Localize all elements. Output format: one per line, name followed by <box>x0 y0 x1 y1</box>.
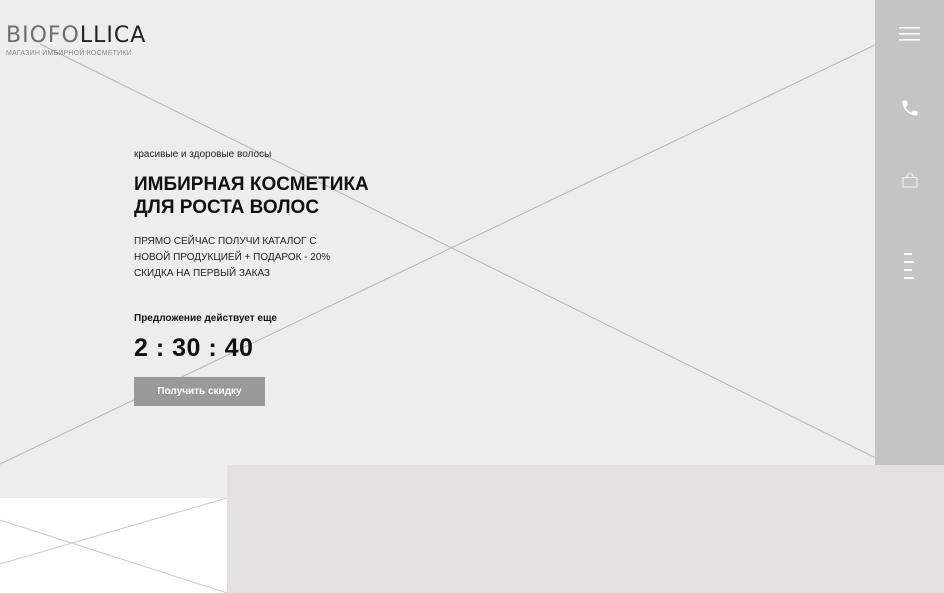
page-nav-icon <box>903 253 914 279</box>
phone-button[interactable] <box>875 88 944 128</box>
timer-label: Предложение действует еще <box>134 313 277 324</box>
right-sidebar <box>875 0 944 465</box>
offer-text: ПРЯМО СЕЙЧАС ПОЛУЧИ КАТАЛОГ С НОВОЙ ПРОД… <box>134 236 331 279</box>
headline-line-1: ИМБИРНАЯ КОСМЕТИКА <box>134 174 369 195</box>
page-nav-button[interactable] <box>875 246 944 286</box>
menu-button[interactable] <box>875 14 944 54</box>
cart-button[interactable] <box>875 160 944 200</box>
headline-line-2: ДЛЯ РОСТА ВОЛОС <box>134 197 320 218</box>
logo-tagline: МАГАЗИН ИМБИРНОЙ КОСМЕТИКИ <box>6 50 132 57</box>
logo-wordmark: BIOFOLLICA <box>6 23 147 48</box>
hero-subtitle: красивые и здоровые волосы <box>134 149 272 160</box>
shopping-bag-icon <box>902 172 917 187</box>
hero-section: BIOFOLLICA МАГАЗИН ИМБИРНОЙ КОСМЕТИКИ кр… <box>0 0 875 498</box>
countdown-timer: 2 : 30 : 40 <box>134 334 254 362</box>
image-placeholder-block <box>227 465 944 593</box>
get-discount-button[interactable]: Получить скидку <box>134 377 265 406</box>
hero-content: красивые и здоровые волосы ИМБИРНАЯ КОСМ… <box>134 149 394 406</box>
logo[interactable]: BIOFOLLICA МАГАЗИН ИМБИРНОЙ КОСМЕТИКИ <box>6 23 147 58</box>
placeholder-cross-lines-lower <box>0 498 227 593</box>
hero-headline: ИМБИРНАЯ КОСМЕТИКА ДЛЯ РОСТА ВОЛОС <box>134 173 394 219</box>
lower-left-block <box>0 498 227 593</box>
phone-icon <box>902 100 917 116</box>
placeholder-cross-lines <box>0 43 875 465</box>
menu-icon <box>899 27 920 41</box>
